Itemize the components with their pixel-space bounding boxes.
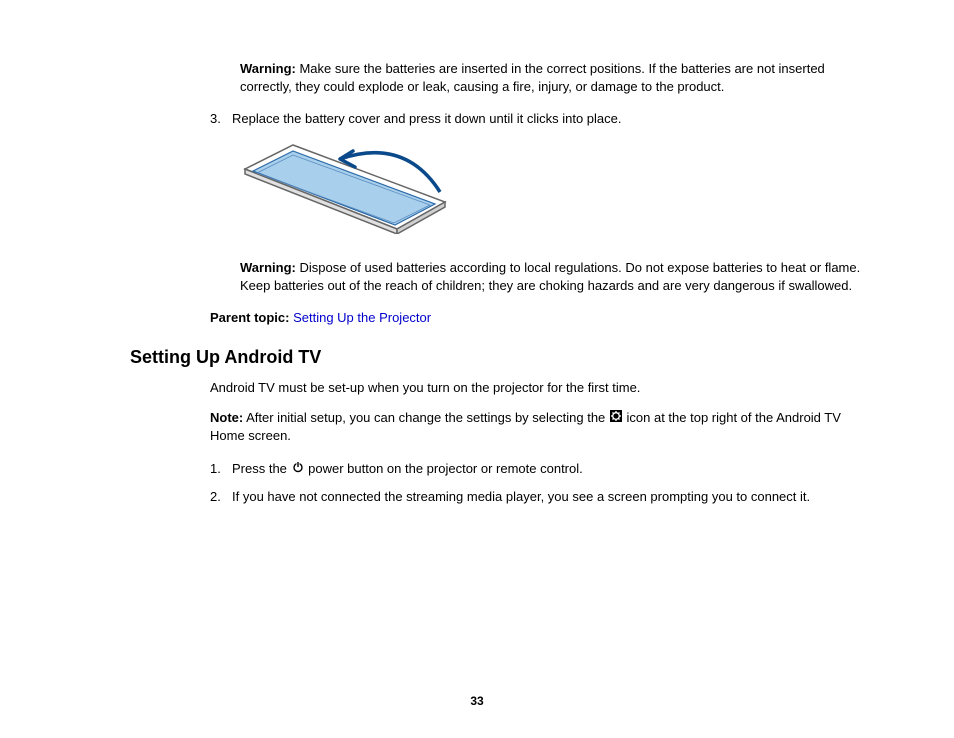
battery-cover-illustration: [240, 139, 874, 239]
parent-topic-label: Parent topic:: [210, 310, 289, 325]
step-number: 3.: [210, 110, 221, 128]
step-2: 2. If you have not connected the streami…: [210, 488, 874, 506]
step-3: 3. Replace the battery cover and press i…: [210, 110, 874, 128]
note-block: Note: After initial setup, you can chang…: [210, 409, 874, 446]
settings-gear-icon: [610, 409, 622, 427]
page-number: 33: [0, 693, 954, 710]
step-number: 2.: [210, 488, 221, 506]
warning-text: Make sure the batteries are inserted in …: [240, 61, 825, 94]
step-text: If you have not connected the streaming …: [232, 489, 810, 504]
warning-label: Warning:: [240, 260, 296, 275]
warning-label: Warning:: [240, 61, 296, 76]
step-text: Replace the battery cover and press it d…: [232, 111, 621, 126]
step-1: 1. Press the power button on the project…: [210, 460, 874, 479]
warning-text: Dispose of used batteries according to l…: [240, 260, 860, 293]
section-heading: Setting Up Android TV: [130, 345, 874, 370]
step-text-after: power button on the projector or remote …: [305, 461, 583, 476]
parent-topic-link[interactable]: Setting Up the Projector: [289, 310, 431, 325]
parent-topic: Parent topic: Setting Up the Projector: [210, 309, 874, 327]
warning-block-2: Warning: Dispose of used batteries accor…: [240, 259, 874, 295]
warning-block-1: Warning: Make sure the batteries are ins…: [240, 60, 874, 96]
power-icon: [292, 460, 304, 478]
note-label: Note:: [210, 410, 243, 425]
note-text-before: After initial setup, you can change the …: [243, 410, 609, 425]
step-text-before: Press the: [232, 461, 291, 476]
section-intro: Android TV must be set-up when you turn …: [210, 379, 874, 397]
step-number: 1.: [210, 460, 221, 478]
